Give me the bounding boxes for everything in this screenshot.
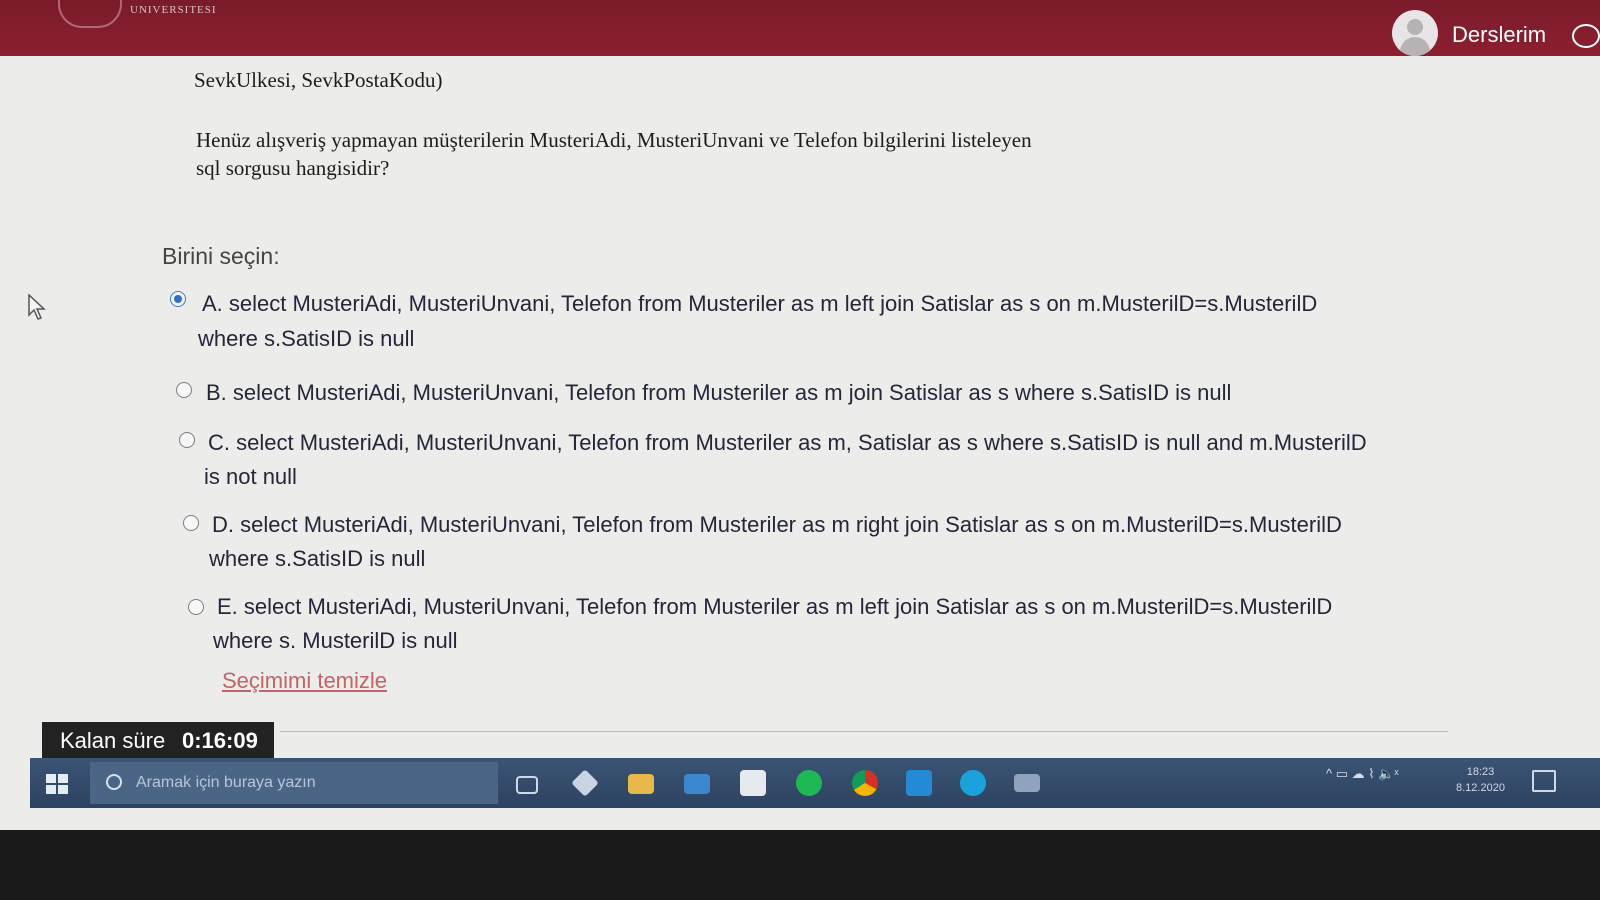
taskbar-search-placeholder: Aramak için buraya yazın [136,774,316,791]
screen: UNIVERSITESI Derslerim SevkUlkesi, SevkP… [0,0,1600,830]
choose-one-label: Birini seçin: [162,243,280,269]
file-explorer-icon[interactable] [628,774,654,794]
radio-option-a[interactable] [170,291,186,307]
notification-icon[interactable] [1532,770,1556,792]
search-icon [106,774,122,790]
remaining-time-value: 0:16:09 [182,728,258,753]
spotify-icon[interactable] [796,770,822,796]
app-icon[interactable] [1014,774,1040,792]
clock-time: 18:23 [1466,766,1495,778]
option-b-text-line-1: B. select MusteriAdi, MusteriUnvani, Tel… [206,380,1232,405]
question-text-line-1: Henüz alışveriş yapmayan müşterilerin Mu… [196,128,1032,152]
taskbar-clock[interactable]: 18:23 8.12.2020 [1456,764,1505,796]
clock-date: 8.12.2020 [1456,782,1505,794]
mail-icon[interactable] [684,774,710,794]
university-name: UNIVERSITESI [130,4,217,16]
divider [280,731,1448,732]
3d-box-icon[interactable] [571,769,599,797]
remaining-time-label: Kalan süre [60,728,166,753]
option-a-text-line-2: where s.SatisID is null [198,326,415,351]
radio-option-e[interactable] [188,599,204,615]
store-icon[interactable] [740,770,766,796]
vscode-icon[interactable] [906,770,932,796]
user-avatar-icon[interactable] [1392,10,1438,56]
question-text-line-2: sql sorgusu hangisidir? [196,156,390,180]
radio-option-c[interactable] [179,432,195,448]
windows-taskbar: Aramak için buraya yazın ^ ▭ ☁ ⌇ 🔈ˣ 18:2… [30,758,1600,808]
option-c-text-line-1: C. select MusteriAdi, MusteriUnvani, Tel… [208,430,1367,455]
courses-menu-link[interactable]: Derslerim [1452,22,1546,48]
radio-option-d[interactable] [183,515,199,531]
skype-icon[interactable] [960,770,986,796]
system-tray[interactable]: ^ ▭ ☁ ⌇ 🔈ˣ [1326,766,1399,782]
option-e-text-line-1: E. select MusteriAdi, MusteriUnvani, Tel… [217,594,1333,619]
option-c-text-line-2: is not null [204,464,297,489]
taskbar-search-box[interactable]: Aramak için buraya yazın [90,762,498,804]
option-e-text-line-2: where s. MusterilD is null [213,628,458,653]
chrome-icon[interactable] [852,770,878,796]
option-d-text-line-2: where s.SatisID is null [209,546,426,571]
chat-bubble-icon[interactable] [1572,24,1600,48]
option-d-text-line-1: D. select MusteriAdi, MusteriUnvani, Tel… [212,512,1342,537]
university-logo[interactable] [58,0,122,28]
remaining-time-box: Kalan süre 0:16:09 [42,722,274,760]
radio-option-b[interactable] [176,382,192,398]
clear-selection-link[interactable]: Seçimimi temizle [222,668,387,694]
mouse-pointer-icon [28,294,46,320]
windows-start-icon[interactable] [46,774,68,794]
top-navbar: UNIVERSITESI Derslerim [0,0,1600,56]
question-previous-line: SevkUlkesi, SevkPostaKodu) [194,68,443,92]
task-view-icon[interactable] [516,776,538,794]
option-a-text-line-1: A. select MusteriAdi, MusteriUnvani, Tel… [202,291,1318,316]
